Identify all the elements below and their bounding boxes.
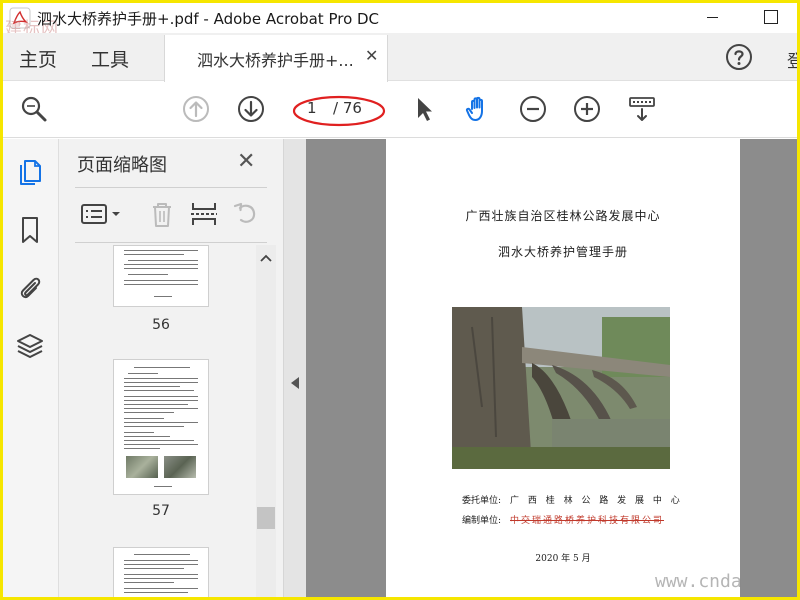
thumbnail-photo [164,456,196,478]
document-organization: 广西壮族自治区桂林公路发展中心 [465,209,661,223]
app-window: 建标网 泗水大桥养护手册+.pdf - Adobe Acrobat Pro DC… [0,0,800,600]
search-icon[interactable] [19,94,49,124]
commissioned-label: 委托单位: [462,496,502,506]
panel-title: 页面缩略图 [77,155,167,176]
document-date: 2020 年 5 月 [535,554,591,564]
thumbnail-panel: 页面缩略图 ✕ 56 57 [59,139,284,597]
zoom-out-icon[interactable] [518,94,548,124]
window-title: 泗水大桥养护手册+.pdf - Adobe Acrobat Pro DC [37,10,380,28]
options-menu-icon[interactable] [79,200,125,228]
thumbnail-page-number: 56 [152,317,170,333]
maximize-button[interactable] [755,5,785,29]
chevron-up-icon[interactable] [259,251,273,265]
document-title: 泗水大桥养护管理手册 [497,245,628,259]
panel-splitter[interactable] [284,139,306,597]
extract-page-icon[interactable] [189,200,219,228]
document-page: 广西壮族自治区桂林公路发展中心 泗水大桥养护管理手册 委托单位: 广 西 桂 林… [386,139,740,597]
left-icon-rail [3,139,59,597]
attachment-icon[interactable] [15,273,45,303]
thumbnail-page-57[interactable] [113,359,209,495]
close-panel-icon[interactable]: ✕ [237,149,255,174]
thumbnail-page-56[interactable] [113,245,209,307]
page-thumbnails-icon[interactable] [15,157,45,187]
prepared-value: 中交瑞通路桥养护科技有限公司 [510,516,665,526]
minimize-button[interactable] [699,5,729,29]
document-tab-label: 泗水大桥养护手册+... [197,51,354,70]
thumbnail-page-58[interactable] [113,547,209,597]
bookmark-icon[interactable] [15,215,45,245]
help-icon[interactable] [725,43,753,71]
scrollbar-thumb[interactable] [257,507,275,529]
panel-toolbar [75,187,267,243]
layers-icon[interactable] [15,331,45,361]
commissioned-value: 广 西 桂 林 公 路 发 展 中 心 [510,496,683,506]
thumbnail-photo [126,456,158,478]
hand-tool-icon[interactable] [463,94,493,124]
zoom-in-icon[interactable] [572,94,602,124]
thumbnail-scrollbar[interactable] [256,245,276,597]
bridge-photo [452,307,670,469]
collapse-arrow-icon[interactable] [291,377,299,389]
tab-tools[interactable]: 工具 [91,45,129,72]
next-page-icon[interactable] [236,94,266,124]
rotate-page-icon[interactable] [231,200,261,228]
sign-in-link[interactable]: 登 [787,47,797,72]
select-cursor-icon[interactable] [409,94,439,124]
document-viewer: 广西壮族自治区桂林公路发展中心 泗水大桥养护管理手册 委托单位: 广 西 桂 林… [306,139,797,597]
title-bar: 建标网 泗水大桥养护手册+.pdf - Adobe Acrobat Pro DC [3,3,797,39]
watermark-text: www.cnda [655,571,742,592]
keyboard-scroll-icon[interactable] [627,94,657,124]
thumbnail-list: 56 57 [75,245,257,597]
tab-bar: 主页 工具 泗水大桥养护手册+... ✕ 登 [3,33,797,82]
delete-page-icon[interactable] [147,200,177,228]
red-annotation-ellipse [292,95,386,127]
document-tab[interactable]: 泗水大桥养护手册+... ✕ [164,35,388,82]
prepared-label: 编制单位: [462,516,502,526]
tab-home[interactable]: 主页 [19,45,57,72]
close-tab-icon[interactable]: ✕ [365,46,378,65]
thumbnail-page-number: 57 [152,503,170,519]
previous-page-icon[interactable] [181,94,211,124]
main-toolbar: 1 / 76 [3,82,797,138]
